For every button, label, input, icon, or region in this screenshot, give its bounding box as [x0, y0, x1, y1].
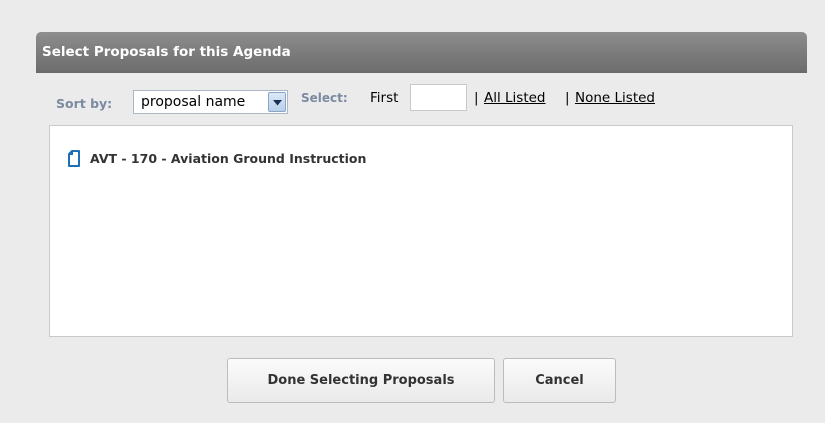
- document-icon: [68, 149, 80, 167]
- select-proposals-dialog: Select Proposals for this Agenda Sort by…: [0, 0, 825, 423]
- selection-toolbar: Sort by: proposal name Select: First | A…: [56, 84, 756, 118]
- dialog-title: Select Proposals for this Agenda: [42, 44, 291, 60]
- sort-select[interactable]: proposal name: [133, 90, 288, 114]
- chevron-down-icon: [273, 100, 282, 106]
- separator: |: [474, 90, 479, 106]
- done-selecting-proposals-button[interactable]: Done Selecting Proposals: [227, 358, 495, 403]
- sort-select-dropdown-button[interactable]: [268, 92, 286, 112]
- sort-select-value: proposal name: [141, 94, 246, 110]
- proposal-label: AVT - 170 - Aviation Ground Instruction: [90, 150, 367, 166]
- first-label: First: [370, 90, 399, 106]
- first-count-input[interactable]: [410, 84, 467, 111]
- separator: |: [565, 90, 570, 106]
- sort-by-label: Sort by:: [56, 96, 113, 111]
- all-listed-link[interactable]: All Listed: [484, 90, 546, 106]
- list-item[interactable]: AVT - 170 - Aviation Ground Instruction: [68, 148, 366, 168]
- cancel-button[interactable]: Cancel: [503, 358, 616, 403]
- none-listed-link[interactable]: None Listed: [575, 90, 655, 106]
- proposal-list: AVT - 170 - Aviation Ground Instruction: [49, 125, 793, 337]
- dialog-header: Select Proposals for this Agenda: [36, 32, 807, 73]
- select-label: Select:: [301, 91, 348, 105]
